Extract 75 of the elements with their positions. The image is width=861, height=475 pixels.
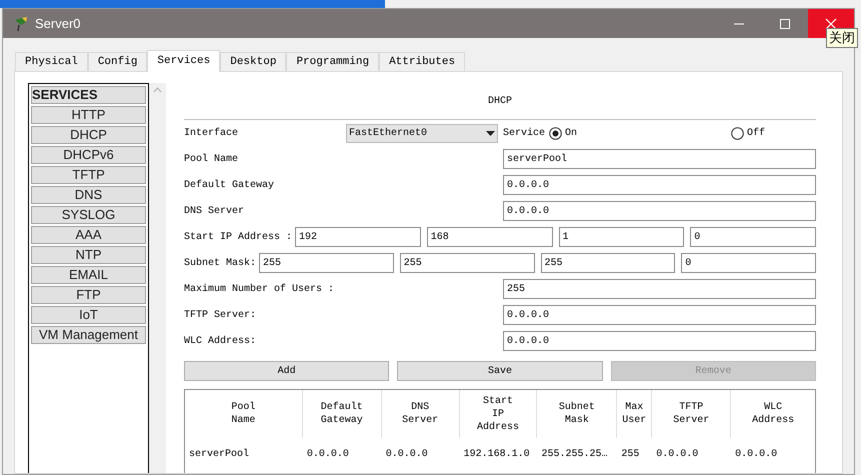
service-item[interactable]: TFTP <box>31 166 146 184</box>
close-icon <box>825 18 837 30</box>
field-label: Start IP Address : <box>184 230 292 244</box>
field-label: Maximum Number of Users : <box>184 282 336 296</box>
input-field[interactable]: 255 <box>259 253 394 273</box>
service-item[interactable]: HTTP <box>31 106 146 124</box>
field-label: TFTP Server: <box>184 308 258 322</box>
list-header: SERVICES <box>31 86 146 104</box>
table-cell-text: 0.0.0.0 <box>384 448 429 462</box>
panel-title: DHCP <box>488 94 512 108</box>
column-header: Subnet Mask <box>537 390 618 438</box>
column-header: TFTP Server <box>652 390 732 438</box>
scroll-up-icon <box>153 87 162 93</box>
maximize-icon <box>779 18 791 30</box>
interface-dropdown[interactable]: FastEthernet0 <box>346 124 498 142</box>
tab[interactable]: Config <box>88 52 148 71</box>
tooltip: 关闭 <box>826 28 858 48</box>
column-header: Pool Name <box>185 390 303 438</box>
service-item[interactable]: VM Management <box>31 326 146 344</box>
service-item[interactable]: EMAIL <box>31 266 146 284</box>
input-field[interactable]: 0 <box>681 253 816 273</box>
service-item[interactable]: FTP <box>31 286 146 304</box>
radio-button[interactable] <box>549 126 562 140</box>
column-header: Start IP Address <box>460 390 538 438</box>
service-item[interactable]: NTP <box>31 246 146 264</box>
input-field[interactable]: 0.0.0.0 <box>503 201 816 221</box>
action-button[interactable]: Save <box>397 361 603 381</box>
tab[interactable]: Programming <box>286 52 380 71</box>
radio-label: On <box>565 126 578 140</box>
tab[interactable]: Services <box>147 50 220 72</box>
input-field[interactable]: 255 <box>503 279 816 299</box>
field-label: Interface <box>184 126 240 140</box>
action-button[interactable]: Add <box>184 361 390 381</box>
field-label: DNS Server <box>184 204 246 218</box>
table-cell-text: serverPool <box>188 448 250 462</box>
radio-label: Off <box>747 126 766 140</box>
table-cell-text: 255 <box>620 448 640 462</box>
table-cell-text: 255.255.25… <box>540 448 608 462</box>
input-field[interactable]: 0.0.0.0 <box>503 305 816 325</box>
input-field[interactable]: 255 <box>540 253 676 273</box>
field-label: Pool Name <box>184 152 240 166</box>
input-field[interactable]: serverPool <box>503 149 816 169</box>
dropdown-caret-icon <box>486 130 495 136</box>
table-cell-text: 192.168.1.0 <box>462 448 531 462</box>
service-item[interactable]: AAA <box>31 226 146 244</box>
field-label: Default Gateway <box>184 178 276 192</box>
input-field[interactable]: 1 <box>558 227 684 247</box>
tab[interactable]: Physical <box>15 52 88 71</box>
service-item[interactable]: DNS <box>31 186 146 204</box>
input-field[interactable]: 168 <box>426 227 553 247</box>
column-header: Max User <box>617 390 652 438</box>
column-header: DNS Server <box>382 390 460 438</box>
window-title: Server0 <box>35 14 81 33</box>
service-item[interactable]: DHCP <box>31 126 146 144</box>
table-cell-text: 0.0.0.0 <box>655 448 700 462</box>
input-field[interactable]: 255 <box>400 253 535 273</box>
radio-button[interactable] <box>731 126 744 140</box>
scrollbar[interactable] <box>149 83 166 473</box>
service-item[interactable]: DHCPv6 <box>31 146 146 164</box>
table-cell-text: 0.0.0.0 <box>734 448 778 462</box>
input-field[interactable]: 192 <box>295 227 421 247</box>
column-header: WLC Address <box>751 401 796 428</box>
tab[interactable]: Attributes <box>379 52 466 71</box>
field-label: Service <box>503 126 546 140</box>
column-header: Default Gateway <box>302 390 382 438</box>
field-label: Subnet Mask: <box>184 256 256 270</box>
input-field[interactable]: 0.0.0.0 <box>503 331 816 351</box>
input-field[interactable]: 0.0.0.0 <box>503 175 816 195</box>
tab[interactable]: Desktop <box>220 52 286 71</box>
service-item[interactable]: IoT <box>31 306 146 324</box>
app-icon <box>13 16 29 32</box>
input-field[interactable]: 0 <box>690 227 816 247</box>
field-label: WLC Address: <box>184 334 258 348</box>
service-item[interactable]: SYSLOG <box>31 206 146 224</box>
table-cell-text: 0.0.0.0 <box>306 448 350 462</box>
